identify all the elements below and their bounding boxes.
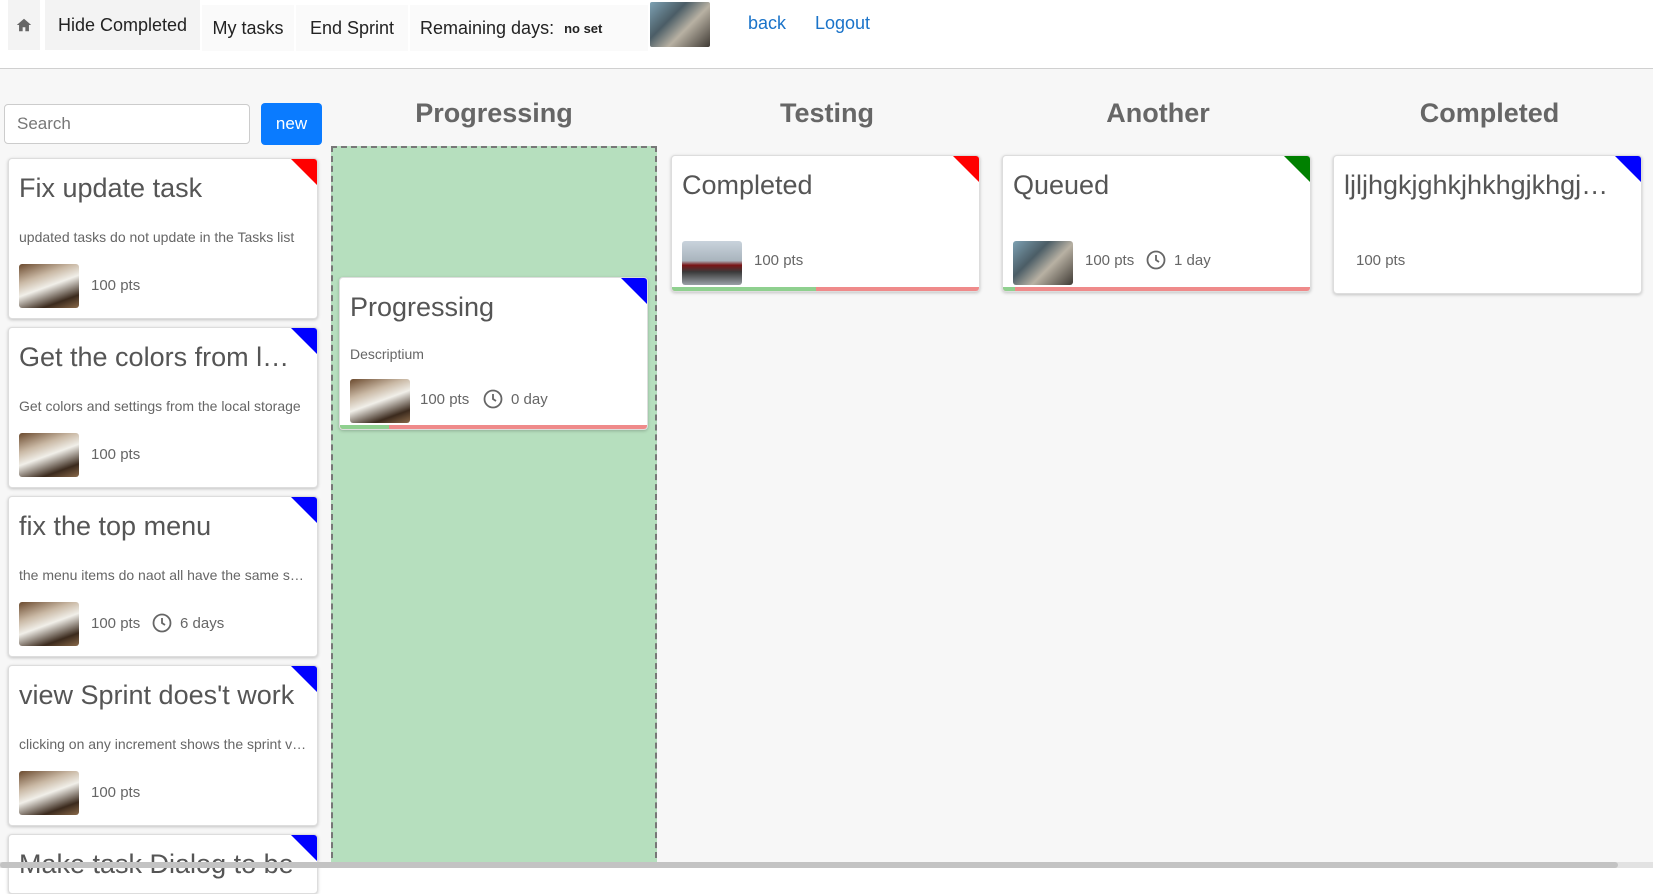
task-description: Descriptium: [350, 346, 424, 362]
assignee-avatar: [19, 264, 79, 308]
task-points: 100 pts: [91, 615, 141, 632]
task-card[interactable]: Get the colors from local storage Get co…: [8, 327, 318, 488]
progress-bar: [672, 287, 979, 291]
logout-link[interactable]: Logout: [815, 13, 870, 34]
task-days: 6 days: [180, 615, 225, 632]
clock-icon: [1146, 250, 1166, 270]
task-title: Completed: [682, 170, 813, 200]
assignee-avatar: [19, 771, 79, 815]
hide-completed-button[interactable]: Hide Completed: [45, 0, 200, 50]
task-title: Fix update task: [19, 173, 203, 203]
backlog-column: new Fix update task updated tasks do not…: [0, 69, 322, 894]
task-description: Get colors and settings from the local s…: [19, 398, 301, 414]
task-title: Queued: [1013, 170, 1110, 200]
progress-bar: [1003, 287, 1310, 291]
task-description: clicking on any increment shows the spri…: [19, 736, 307, 752]
user-avatar[interactable]: [650, 2, 710, 47]
column-title: Another: [1106, 98, 1210, 128]
assignee-avatar: [350, 379, 410, 423]
back-link[interactable]: back: [748, 13, 786, 34]
assignee-avatar: [1013, 241, 1073, 285]
my-tasks-button[interactable]: My tasks: [202, 5, 294, 51]
new-task-button[interactable]: new: [261, 103, 322, 145]
progress-fill: [340, 425, 390, 429]
progress-bar: [340, 425, 647, 429]
task-card[interactable]: fix the top menu the menu items do naot …: [8, 496, 318, 657]
task-card[interactable]: view Sprint does't work clicking on any …: [8, 665, 318, 826]
column-title: Completed: [1419, 98, 1560, 128]
task-card[interactable]: Completed 100 pts: [671, 155, 980, 292]
task-card[interactable]: Fix update task updated tasks do not upd…: [8, 158, 318, 319]
task-description: updated tasks do not update in the Tasks…: [19, 229, 295, 245]
remaining-days-label: Remaining days:: [420, 17, 555, 38]
end-sprint-button[interactable]: End Sprint: [296, 5, 408, 51]
horizontal-scrollbar[interactable]: [0, 862, 1653, 868]
task-points: 100 pts: [754, 252, 804, 269]
column-title: Testing: [780, 98, 874, 128]
remaining-days-value: no set: [564, 20, 603, 36]
task-title: Get the colors from local storage: [19, 342, 297, 372]
task-card[interactable]: Progressing Descriptium 100 pts 0 day: [339, 277, 648, 430]
task-points: 100 pts: [91, 784, 141, 801]
drop-zone[interactable]: [331, 146, 657, 868]
task-title: Progressing: [350, 292, 495, 322]
task-points: 100 pts: [1085, 252, 1135, 269]
assignee-avatar: [19, 433, 79, 477]
home-icon[interactable]: [8, 0, 40, 50]
clock-icon: [483, 389, 503, 409]
home-icon-glyph: [16, 18, 32, 32]
task-description: the menu items do naot all have the same…: [19, 567, 307, 583]
top-menu: Hide Completed My tasks End Sprint Remai…: [0, 0, 1653, 69]
column-title: Progressing: [415, 98, 573, 128]
task-card[interactable]: ljljhgkjghkjhkhgjkhgjkhgjkhg 100 pts: [1333, 155, 1642, 294]
task-points: 100 pts: [420, 391, 470, 408]
task-days: 1 day: [1174, 252, 1211, 269]
task-points: 100 pts: [91, 277, 141, 294]
search-input[interactable]: [4, 104, 250, 144]
progress-fill: [672, 287, 817, 291]
task-title: ljljhgkjghkjhkhgjkhgjkhgjkhg: [1344, 170, 1621, 200]
task-card[interactable]: Queued 100 pts 1 day: [1002, 155, 1311, 292]
task-points: 100 pts: [91, 446, 141, 463]
scrollbar-thumb[interactable]: [0, 862, 1618, 868]
task-title: fix the top menu: [19, 511, 212, 541]
assignee-avatar: [682, 241, 742, 285]
clock-icon: [152, 613, 172, 633]
task-points: 100 pts: [1356, 252, 1406, 269]
remaining-days: Remaining days: no set: [410, 5, 648, 51]
progress-fill: [1003, 287, 1016, 291]
kanban-board: new Fix update task updated tasks do not…: [0, 69, 1653, 894]
task-title: view Sprint does't work: [19, 680, 295, 710]
assignee-avatar: [19, 602, 79, 646]
task-days: 0 day: [511, 391, 548, 408]
